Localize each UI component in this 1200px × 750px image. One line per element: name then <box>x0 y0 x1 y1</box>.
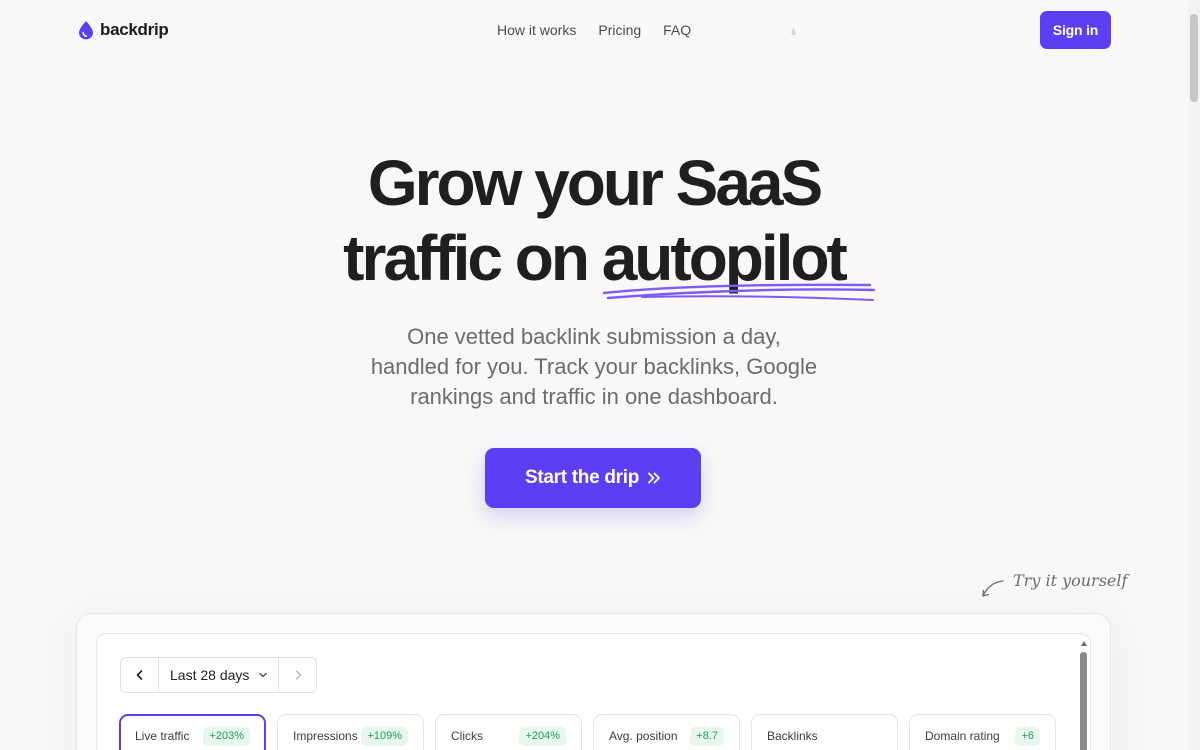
period-select[interactable]: Last 28 days <box>159 658 279 692</box>
metric-change-badge: +8.7 <box>690 727 724 746</box>
metric-card-live-traffic[interactable]: Live traffic +203% <box>119 714 266 750</box>
dashboard-panel: Last 28 days Live traffic +203% Impressi… <box>96 633 1091 750</box>
hero-title-line-1: Grow your SaaS <box>367 147 823 219</box>
nav-link-pricing[interactable]: Pricing <box>598 22 641 38</box>
hero-subtitle-line: One vetted backlink submission a day, <box>407 324 781 349</box>
brand-logo[interactable]: backdrip <box>77 20 169 40</box>
hero-subtitle-line: handled for you. Track your backlinks, G… <box>370 354 818 379</box>
metric-card-avg-position[interactable]: Avg. position +8.7 <box>593 714 740 750</box>
period-label: Last 28 days <box>170 667 250 683</box>
nav-link-how-it-works[interactable]: How it works <box>497 22 576 38</box>
hero-title-prefix: traffic on <box>343 222 590 294</box>
hero-title: Grow your SaaS traffic on autopilot <box>0 146 1188 301</box>
metric-change-badge: +204% <box>519 727 566 746</box>
cta-label: Start the drip <box>524 467 640 488</box>
nav-links: How it works Pricing FAQ <box>497 22 691 38</box>
metric-change-badge: +109% <box>361 727 408 746</box>
metric-name: Avg. position <box>609 729 678 743</box>
scroll-up-arrow-icon[interactable] <box>1081 641 1087 646</box>
metric-card-impressions[interactable]: Impressions +109% <box>277 714 424 750</box>
hero-title-line-2: traffic on autopilot <box>0 221 1188 301</box>
metric-name: Live traffic <box>135 729 190 743</box>
panel-scrollbar[interactable] <box>1079 639 1088 750</box>
nav-link-faq[interactable]: FAQ <box>663 22 691 38</box>
chevron-right-icon <box>295 670 301 680</box>
metric-name: Clicks <box>451 729 483 743</box>
small-drop-icon <box>791 27 796 36</box>
metric-name: Impressions <box>293 729 358 743</box>
metric-card-domain-rating[interactable]: Domain rating +6 <box>909 714 1056 750</box>
page-scrollbar[interactable] <box>1188 0 1200 750</box>
metric-name: Backlinks <box>767 729 818 743</box>
sign-in-button[interactable]: Sign in <box>1040 11 1111 49</box>
top-nav: backdrip How it works Pricing FAQ Sign i… <box>0 0 1188 62</box>
metric-change-badge: +203% <box>203 727 250 746</box>
double-chevron-right-icon <box>648 472 660 484</box>
chevron-left-icon <box>136 670 142 680</box>
period-picker: Last 28 days <box>120 657 317 693</box>
brand-name: backdrip <box>100 20 169 39</box>
hero-subtitle: One vetted backlink submission a day, ha… <box>0 322 1188 412</box>
start-the-drip-button[interactable]: Start the drip <box>485 448 701 508</box>
metric-cards: Live traffic +203% Impressions +109% Cli… <box>119 714 1056 750</box>
scribble-underline <box>602 283 875 301</box>
period-prev-button[interactable] <box>121 658 159 692</box>
metric-change-badge: +6 <box>1015 727 1040 746</box>
hero-title-highlight: autopilot <box>602 221 875 301</box>
drop-icon <box>79 21 93 40</box>
metric-name: Domain rating <box>925 729 1000 743</box>
page-scroll-thumb[interactable] <box>1190 14 1198 102</box>
panel-scroll-thumb[interactable] <box>1080 652 1087 750</box>
period-next-button[interactable] <box>279 658 316 692</box>
dashboard-preview: Last 28 days Live traffic +203% Impressi… <box>76 613 1111 750</box>
hero-subtitle-line: rankings and traffic in one dashboard. <box>410 384 778 409</box>
metric-card-clicks[interactable]: Clicks +204% <box>435 714 582 750</box>
metric-card-backlinks[interactable]: Backlinks <box>751 714 898 750</box>
chevron-down-icon <box>259 672 268 678</box>
curved-arrow-icon <box>982 580 1004 597</box>
try-it-yourself-label: Try it yourself <box>1013 571 1128 590</box>
